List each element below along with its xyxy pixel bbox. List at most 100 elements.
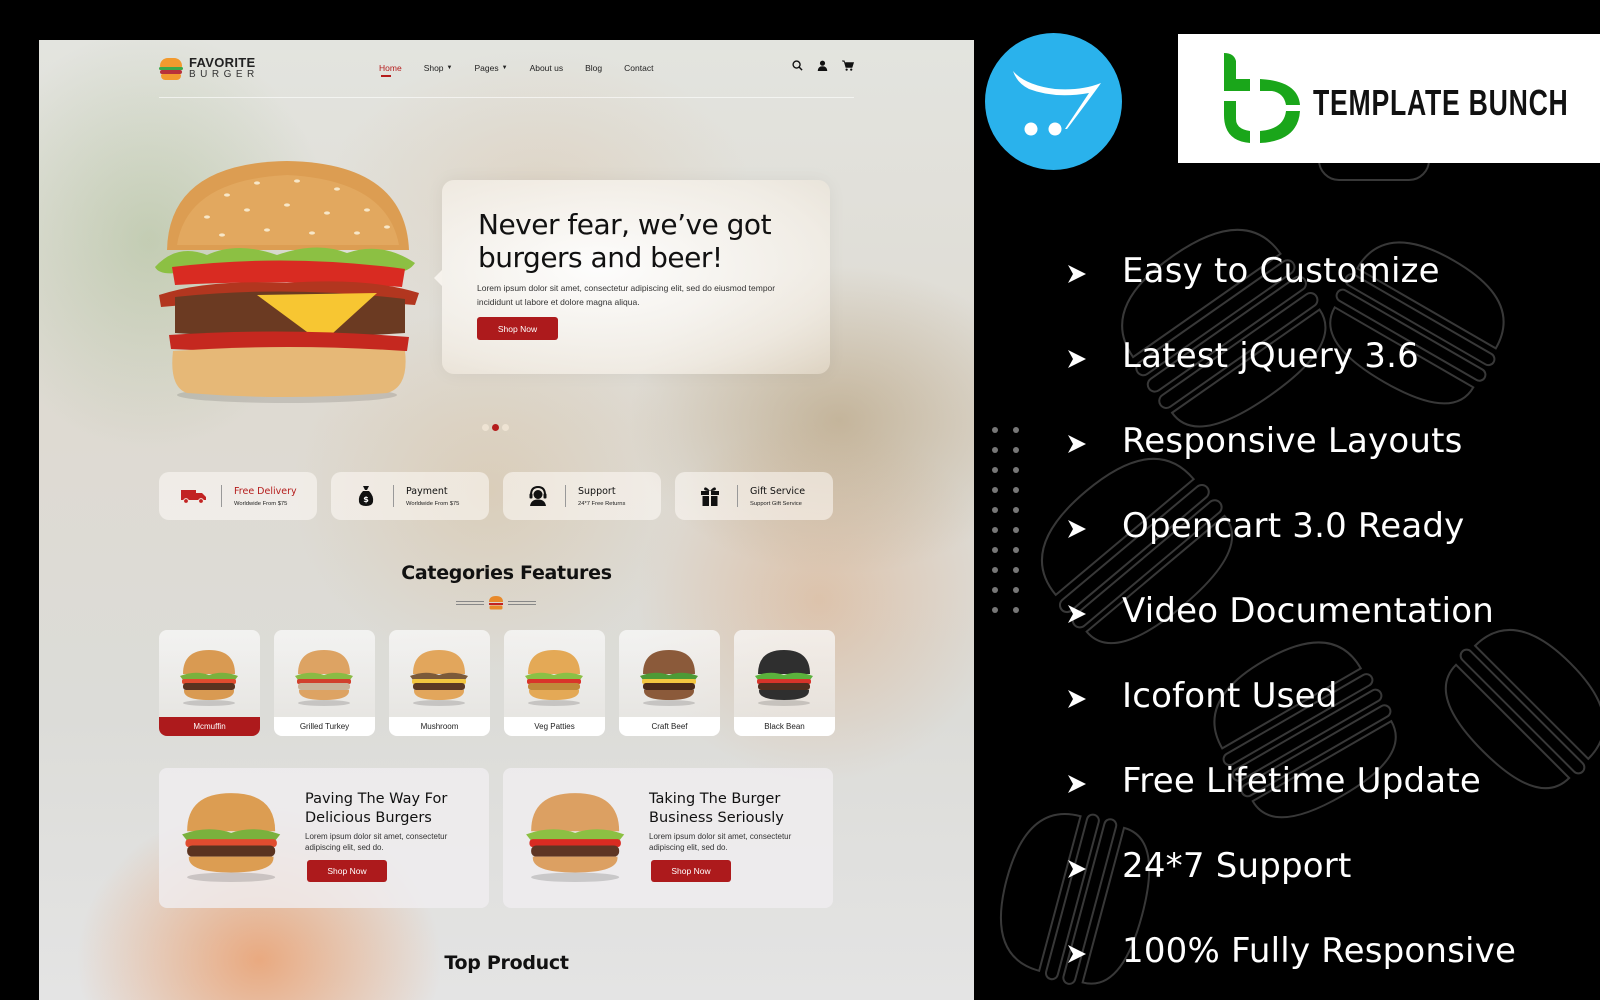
money-bag-icon: $ — [358, 486, 374, 506]
feature-item: 24*7 Support — [1066, 823, 1516, 908]
logo-line1: FAVORITE — [189, 55, 256, 70]
nav-pages[interactable]: Pages ▼ — [475, 63, 508, 73]
feature-text: Latest jQuery 3.6 — [1122, 335, 1419, 376]
promo-description: Lorem ipsum dolor sit amet, consectetur … — [305, 832, 448, 852]
decor-dot — [992, 547, 998, 553]
service-subtitle: Worldwide From $75 — [406, 500, 460, 507]
hero-title: Never fear, we’ve got burgers and beer! — [478, 208, 772, 274]
feature-item: 100% Fully Responsive — [1066, 908, 1516, 993]
section-divider — [456, 595, 536, 611]
hero-shop-now-button[interactable]: Shop Now — [477, 317, 558, 340]
category-card[interactable]: Craft Beef — [619, 630, 720, 736]
arrow-bullet-icon — [1068, 434, 1086, 453]
decor-dot — [992, 527, 998, 533]
promo-title: Paving The Way For Delicious Burgers — [305, 791, 448, 826]
service-subtitle: Worldwide From $75 — [234, 500, 288, 507]
hero-description: Lorem ipsum dolor sit amet, consectetur … — [477, 283, 776, 307]
service-subtitle: Support Gift Service — [750, 500, 802, 507]
decor-dot — [992, 507, 998, 513]
template-bunch-logo-box: TEMPLATE BUNCH — [1178, 34, 1600, 163]
service-title: Support — [578, 485, 616, 497]
feature-item: Opencart 3.0 Ready — [1066, 483, 1516, 568]
nav-label: About us — [529, 63, 564, 73]
promo-card: Taking The Burger Business Seriously Lore… — [503, 768, 833, 908]
arrow-bullet-icon — [1068, 264, 1086, 283]
nav-label: Home — [379, 63, 402, 73]
brand-name: TEMPLATE BUNCH — [1313, 82, 1569, 123]
decor-dot — [1013, 527, 1019, 533]
marketing-banner: FAVORITE BURGER Home Shop ▼ Pages ▼ About … — [0, 0, 1600, 1000]
headset-icon — [529, 486, 547, 506]
feature-panel: TEMPLATE BUNCH Easy to Customize Latest j… — [974, 0, 1600, 1000]
promo-card: Paving The Way For Delicious Burgers Lore… — [159, 768, 489, 908]
promo-burger-image — [521, 790, 631, 882]
category-image — [292, 648, 357, 706]
nav-label: Pages — [474, 63, 499, 73]
feature-text: Icofont Used — [1122, 675, 1338, 716]
service-subtitle: 24*7 Free Returns — [578, 500, 626, 507]
search-icon[interactable] — [792, 60, 803, 71]
decor-dot — [1013, 447, 1019, 453]
hero-burger-image — [155, 161, 419, 403]
chevron-down-icon: ▼ — [446, 65, 453, 71]
category-label: Craft Beef — [619, 717, 720, 736]
promo-title: Taking The Burger Business Seriously — [649, 791, 784, 826]
decor-dot — [1013, 567, 1019, 573]
decor-dot — [1013, 587, 1019, 593]
feature-text: 24*7 Support — [1122, 845, 1352, 886]
promo-shop-now-button[interactable]: Shop Now — [651, 860, 731, 882]
arrow-bullet-icon — [1068, 944, 1086, 963]
arrow-bullet-icon — [1068, 349, 1086, 368]
nav-blog[interactable]: Blog — [585, 63, 602, 73]
nav-contact[interactable]: Contact — [624, 63, 653, 73]
website-preview: FAVORITE BURGER Home Shop ▼ Pages ▼ About … — [39, 40, 974, 1000]
decor-dot — [1013, 427, 1019, 433]
category-card[interactable]: Black Bean — [734, 630, 835, 736]
category-image — [752, 648, 817, 706]
arrow-bullet-icon — [1068, 859, 1086, 878]
service-strip: Free Delivery Worldwide From $75 $ Paymen… — [159, 472, 833, 520]
decor-dot — [1013, 507, 1019, 513]
category-image — [407, 648, 472, 706]
cart-icon[interactable] — [842, 60, 854, 71]
category-list: Mcmuffin Grilled Turkey Mushroom Veg Pattie… — [159, 630, 835, 736]
header-icons — [792, 60, 854, 71]
promo-burger-image — [177, 790, 287, 882]
burger-divider-icon — [488, 595, 504, 611]
service-free-delivery: Free Delivery Worldwide From $75 — [159, 472, 317, 520]
decor-dot — [992, 447, 998, 453]
top-product-title: Top Product — [444, 952, 569, 974]
promo-description: Lorem ipsum dolor sit amet, consectetur … — [649, 832, 792, 852]
slider-dots — [482, 424, 509, 431]
arrow-bullet-icon — [1068, 689, 1086, 708]
slider-dot[interactable] — [482, 424, 489, 431]
category-label: Black Bean — [734, 717, 835, 736]
slider-dot-active[interactable] — [492, 424, 499, 431]
category-card[interactable]: Grilled Turkey — [274, 630, 375, 736]
arrow-bullet-icon — [1068, 604, 1086, 623]
nav-shop[interactable]: Shop ▼ — [424, 63, 453, 73]
categories-title: Categories Features — [401, 562, 612, 584]
category-label: Grilled Turkey — [274, 717, 375, 736]
category-card[interactable]: Mushroom — [389, 630, 490, 736]
decor-dot — [992, 487, 998, 493]
nav-home[interactable]: Home — [379, 63, 402, 77]
feature-item: Responsive Layouts — [1066, 398, 1516, 483]
slider-dot[interactable] — [502, 424, 509, 431]
service-title: Free Delivery — [234, 485, 297, 497]
feature-text: Free Lifetime Update — [1122, 760, 1481, 801]
category-card[interactable]: Veg Patties — [504, 630, 605, 736]
promo-shop-now-button[interactable]: Shop Now — [307, 860, 387, 882]
user-icon[interactable] — [817, 60, 828, 71]
decor-dot — [992, 467, 998, 473]
site-logo[interactable]: FAVORITE BURGER — [159, 56, 259, 81]
nav-about[interactable]: About us — [530, 63, 564, 73]
site-header: FAVORITE BURGER Home Shop ▼ Pages ▼ About … — [159, 40, 854, 98]
logo-line2: BURGER — [189, 69, 259, 80]
decor-dot — [992, 427, 998, 433]
feature-text: Easy to Customize — [1122, 250, 1440, 291]
category-card[interactable]: Mcmuffin — [159, 630, 260, 736]
category-label: Mcmuffin — [159, 717, 260, 736]
burger-logo-icon — [159, 57, 183, 80]
service-title: Payment — [406, 485, 448, 497]
